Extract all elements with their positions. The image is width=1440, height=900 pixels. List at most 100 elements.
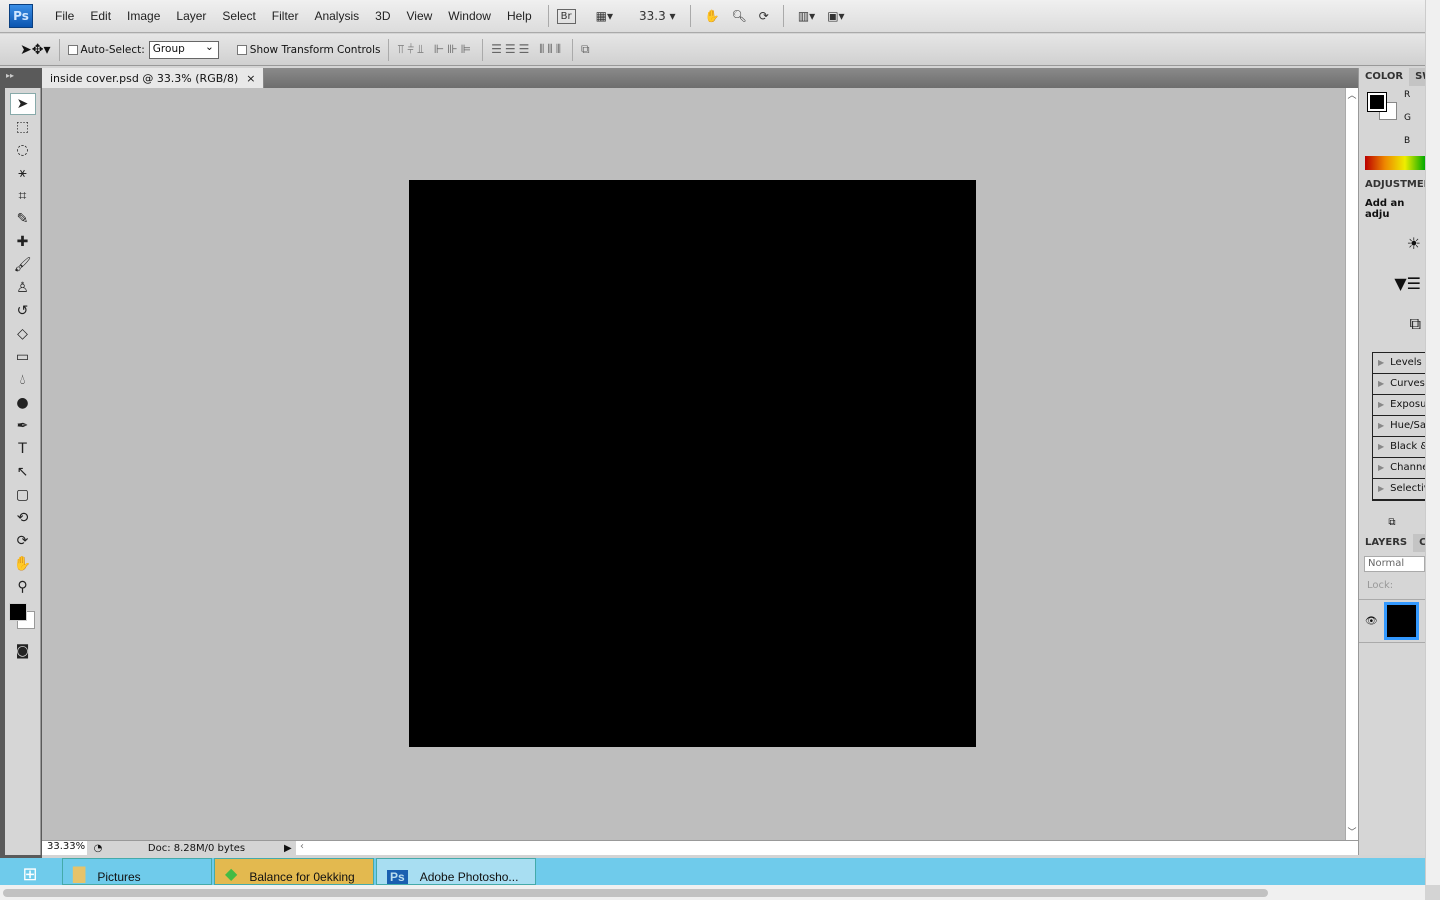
scroll-up-icon[interactable]: ︿ [1346, 88, 1358, 101]
preset-black-white[interactable]: Black & [1373, 437, 1425, 458]
folder-icon: ▇ [73, 866, 86, 883]
divider [547, 5, 549, 27]
document-tab[interactable]: inside cover.psd @ 33.3% (RGB/8) × [42, 68, 265, 88]
document-image[interactable] [409, 180, 976, 747]
clone-stamp-tool[interactable]: ♙ [10, 277, 36, 299]
preset-selective-color[interactable]: Selectiv [1373, 479, 1425, 500]
magic-wand-tool[interactable]: ⚹ [10, 162, 36, 184]
preset-exposure[interactable]: Exposu [1373, 395, 1425, 416]
show-transform-checkbox[interactable]: Show Transform Controls [236, 44, 380, 56]
view-extras-icon[interactable]: ▦▾ [590, 9, 619, 23]
type-tool[interactable]: T [10, 438, 36, 460]
marquee-tool[interactable]: ⬚ [10, 116, 36, 138]
auto-select-dropdown[interactable]: Group [148, 40, 219, 59]
scrollbar-thumb[interactable] [3, 889, 1268, 897]
tab-swatches[interactable]: SW [1409, 68, 1425, 86]
3d-rotate-tool[interactable]: ⟲ [10, 507, 36, 529]
preset-channel-mixer[interactable]: Channe [1373, 458, 1425, 479]
color-swatches[interactable] [5, 599, 40, 639]
divider [388, 38, 390, 61]
lock-label: Lock: [1367, 580, 1394, 591]
status-icon[interactable]: ◔ [87, 843, 109, 854]
adjustment-icons[interactable]: ☀ ▼☰ ⧉ [1359, 224, 1425, 344]
zoom-field[interactable]: 33.33% [42, 841, 87, 855]
eyedropper-tool[interactable]: ✎ [10, 208, 36, 230]
zoom-level-dropdown[interactable]: 33.3 ▾ [633, 9, 682, 23]
layers-header: LAYERSCH [1359, 534, 1425, 552]
history-brush-tool[interactable]: ↺ [10, 300, 36, 322]
distribute-icons[interactable]: ☰☰☰ ⦀⦀⦀ [491, 42, 564, 57]
layer-row[interactable]: 👁︎ [1359, 599, 1425, 643]
canvas-area[interactable] [42, 88, 1345, 840]
clip-icon[interactable]: ⧉ [1359, 517, 1425, 528]
brush-tool[interactable]: 🖌︎ [10, 254, 36, 276]
foreground-color-swatch[interactable] [1367, 92, 1387, 112]
status-menu-arrow[interactable]: ▶ [284, 843, 296, 854]
window-scrollbar[interactable] [1425, 0, 1440, 885]
auto-select-label: Auto-Select: [80, 43, 145, 56]
start-button[interactable]: ⊞ [0, 858, 60, 885]
taskbar-item-pictures[interactable]: ▇ Pictures [62, 858, 212, 885]
move-tool[interactable]: ➤ [9, 93, 36, 115]
auto-align-icon[interactable]: ⧉ [581, 42, 593, 57]
close-tab-icon[interactable]: × [246, 72, 255, 85]
horizontal-scrollbar[interactable]: ‹ [296, 841, 1358, 855]
quick-mask-icon[interactable]: ◙ [10, 640, 36, 662]
move-tool-preset-icon[interactable]: ➤✥▾ [20, 42, 51, 58]
menu-analysis[interactable]: Analysis [306, 9, 367, 23]
preset-curves[interactable]: Curves [1373, 374, 1425, 395]
menu-image[interactable]: Image [119, 9, 168, 23]
zoom-icon[interactable]: 🔍︎ [726, 9, 753, 23]
preset-hue-saturation[interactable]: Hue/Sa [1373, 416, 1425, 437]
menu-3d[interactable]: 3D [367, 9, 398, 23]
color-panel: R G B [1359, 86, 1425, 156]
eraser-tool[interactable]: ◇ [10, 323, 36, 345]
menu-file[interactable]: File [47, 9, 82, 23]
menu-layer[interactable]: Layer [168, 9, 214, 23]
screen-mode-icon[interactable]: ▣▾ [821, 9, 850, 23]
foreground-color-swatch[interactable] [9, 603, 27, 621]
lasso-tool[interactable]: ◌ [10, 139, 36, 161]
blur-tool[interactable]: 💧︎ [10, 369, 36, 391]
collapse-icon[interactable]: ▸▸ [6, 71, 14, 80]
channel-g-label: G [1404, 113, 1411, 123]
zoom-level: 33.3 [639, 9, 666, 23]
crop-tool[interactable]: ⌗ [10, 185, 36, 207]
hand-tool[interactable]: ✋ [10, 553, 36, 575]
shape-tool[interactable]: ▢ [10, 484, 36, 506]
healing-brush-tool[interactable]: ✚ [10, 231, 36, 253]
menu-view[interactable]: View [398, 9, 440, 23]
divider [482, 38, 484, 61]
tab-channels[interactable]: CH [1413, 534, 1425, 552]
app-icon: ◆ [225, 866, 238, 883]
tab-color[interactable]: COLOR [1359, 68, 1410, 86]
scroll-down-icon[interactable]: ﹀ [1346, 825, 1358, 838]
zoom-tool[interactable]: ⚲ [10, 576, 36, 598]
rotate-view-icon[interactable]: ⟳ [753, 9, 775, 23]
dodge-tool[interactable]: ● [10, 392, 36, 414]
arrange-documents-icon[interactable]: ▥▾ [792, 9, 821, 23]
align-icons[interactable]: ⫪⫩⫫ ⊩⊪⊫ [397, 42, 474, 57]
gradient-tool[interactable]: ▭ [10, 346, 36, 368]
preset-levels[interactable]: Levels P [1373, 353, 1425, 374]
menu-help[interactable]: Help [499, 9, 540, 23]
blend-mode-dropdown[interactable]: Normal [1364, 556, 1425, 572]
channel-r-label: R [1404, 90, 1411, 100]
hand-icon[interactable]: ✋ [699, 9, 726, 23]
eye-icon[interactable]: 👁︎ [1365, 616, 1378, 627]
menu-edit[interactable]: Edit [82, 9, 119, 23]
menu-filter[interactable]: Filter [264, 9, 307, 23]
taskbar-item-balance[interactable]: ◆ Balance for 0ekking [214, 858, 374, 885]
menu-window[interactable]: Window [440, 9, 499, 23]
menu-select[interactable]: Select [214, 9, 263, 23]
layer-thumbnail [1383, 602, 1419, 640]
vertical-scrollbar[interactable]: ︿ ﹀ [1345, 88, 1358, 840]
tab-layers[interactable]: LAYERS [1359, 534, 1414, 552]
pen-tool[interactable]: ✒ [10, 415, 36, 437]
3d-orbit-tool[interactable]: ⟳ [10, 530, 36, 552]
color-ramp[interactable] [1365, 156, 1425, 170]
bridge-button[interactable]: Br [556, 8, 576, 24]
taskbar-item-photoshop[interactable]: Ps Adobe Photosho... [376, 858, 536, 885]
auto-select-checkbox[interactable]: Auto-Select: [67, 43, 145, 56]
path-selection-tool[interactable]: ↖ [10, 461, 36, 483]
